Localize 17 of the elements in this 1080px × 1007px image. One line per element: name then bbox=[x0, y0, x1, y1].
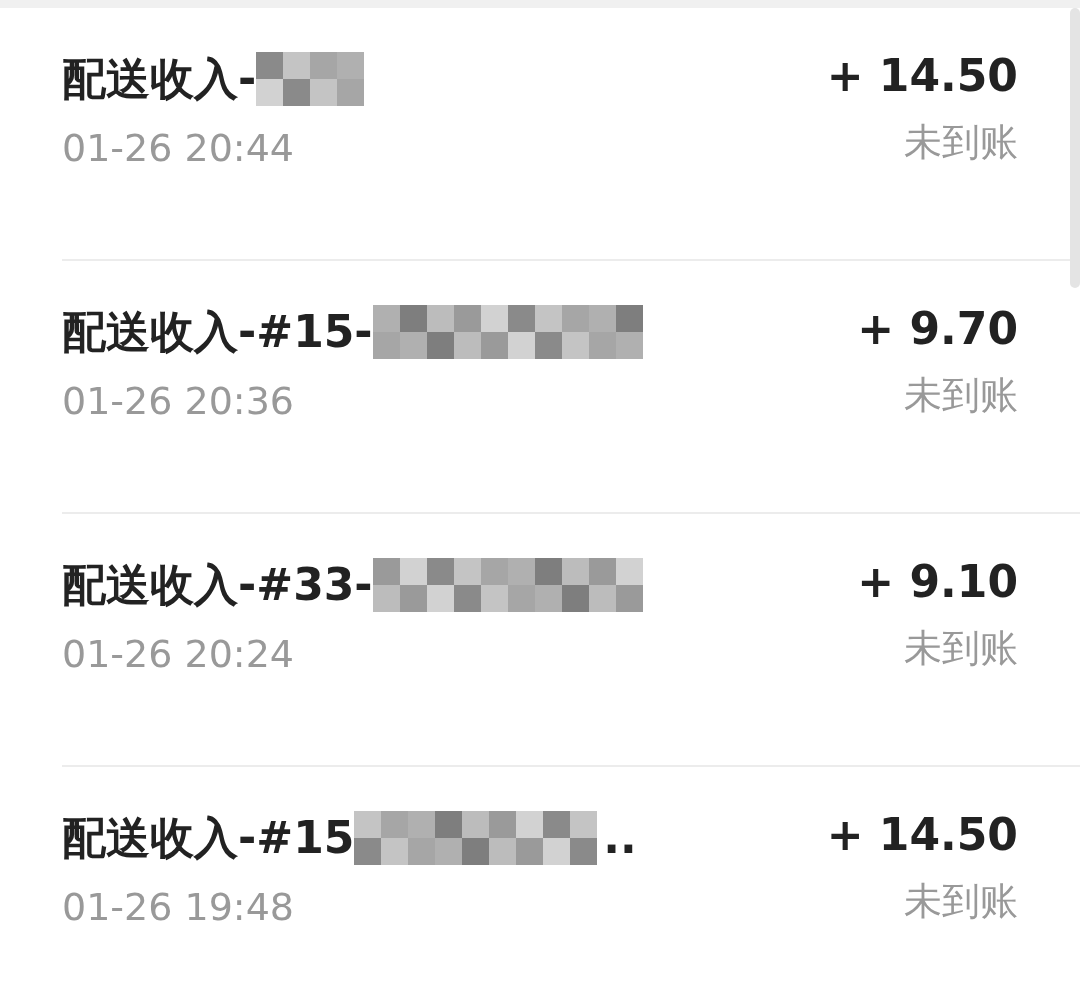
record-time: 01-26 19:48 bbox=[62, 887, 295, 929]
record-time: 01-26 20:44 bbox=[62, 128, 295, 170]
status-text: 未到账 bbox=[904, 375, 1018, 418]
record-title: 配送收入-#15 bbox=[62, 813, 355, 863]
status-text: 未到账 bbox=[904, 122, 1018, 165]
record-title: 配送收入-#15- bbox=[62, 307, 373, 357]
record-time: 01-26 20:36 bbox=[62, 381, 295, 423]
status-text: 未到账 bbox=[904, 881, 1018, 924]
record-time: 01-26 20:24 bbox=[62, 634, 295, 676]
ellipsis-text: .. bbox=[603, 813, 637, 863]
amount-text: + 9.10 bbox=[857, 558, 1018, 607]
record-title: 配送收入-#33- bbox=[62, 560, 373, 610]
record-title: 配送收入- bbox=[62, 54, 257, 104]
amount-text: + 9.70 bbox=[857, 305, 1018, 354]
amount-text: + 14.50 bbox=[826, 811, 1018, 860]
status-text: 未到账 bbox=[904, 628, 1018, 671]
amount-text: + 14.50 bbox=[826, 52, 1018, 101]
